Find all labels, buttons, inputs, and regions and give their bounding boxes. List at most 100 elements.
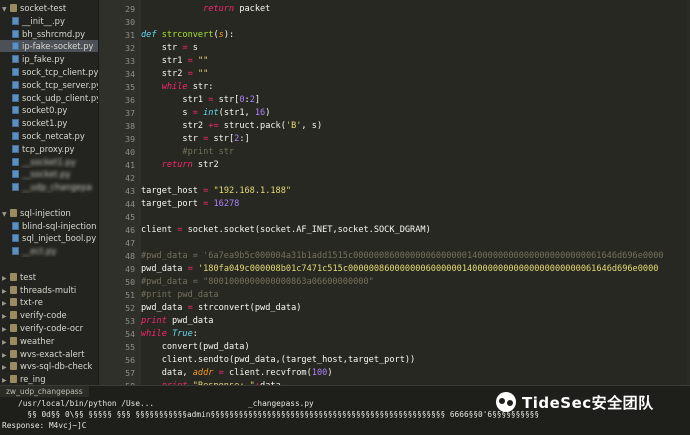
code-token: strconvert — [161, 30, 214, 40]
tree-item-label: sock_tcp_server.py — [22, 79, 98, 90]
chevron-right-icon[interactable]: ▶ — [2, 273, 8, 283]
code-token: while — [161, 82, 188, 92]
code-line[interactable]: pwd_data = strconvert(pwd_data) — [141, 302, 301, 315]
line-number: 34 — [125, 69, 135, 79]
folder-icon — [10, 362, 17, 371]
tree-folder[interactable]: ▶ verify-code-ocr — [0, 322, 98, 334]
tree-file[interactable]: socket1.py — [0, 117, 98, 129]
code-line[interactable]: pwd_data = '180fa049c000008b01c7471c515c… — [141, 263, 658, 276]
code-line[interactable]: str2 = "" — [141, 68, 209, 81]
tree-file[interactable]: ip-fake-socket.py — [0, 40, 98, 53]
tree-folder[interactable]: ▶ re_ing — [0, 373, 98, 385]
code-line[interactable]: while True: — [141, 328, 198, 341]
code-line[interactable]: return packet — [141, 3, 270, 16]
code-line[interactable]: #print pwd_data — [141, 289, 219, 302]
code-line[interactable]: convert(pwd_data) — [141, 341, 250, 354]
code-line[interactable]: print pwd_data — [141, 315, 213, 328]
code-line[interactable]: str1 = str[0:2] — [141, 94, 260, 107]
code-line[interactable]: while str: — [141, 81, 214, 94]
folder-icon — [10, 336, 17, 345]
tree-folder[interactable]: ▶ threads-multi — [0, 284, 98, 296]
code-editor[interactable]: return packet def strconvert(s): str = s … — [141, 0, 690, 385]
chevron-right-icon[interactable]: ▶ — [2, 286, 8, 296]
code-line[interactable]: s = int(str1, 16) — [141, 107, 270, 120]
tree-file[interactable]: __udp_changepa — [0, 181, 98, 193]
line-number: 35 — [125, 82, 135, 92]
chevron-right-icon[interactable]: ▶ — [2, 350, 8, 360]
code-token: '180fa049c000008b01c7471c515c00000086000… — [197, 264, 659, 274]
tree-file[interactable]: sock_netcat.py — [0, 130, 98, 142]
python-file-icon — [12, 29, 19, 38]
code-token: convert(pwd_data) — [141, 342, 250, 352]
tree-file[interactable]: sock_tcp_server.py — [0, 79, 98, 91]
tree-item-label: socket-test — [20, 3, 67, 13]
code-line[interactable]: client = socket.socket(socket.AF_INET,so… — [141, 224, 431, 237]
chevron-right-icon[interactable]: ▶ — [2, 337, 8, 347]
tree-file[interactable]: __socket1.py — [0, 156, 98, 168]
tree-folder[interactable]: ▼ sql-injection — [0, 207, 98, 219]
tree-file[interactable]: sql_inject_bool.py — [0, 232, 98, 244]
code-token: ) — [327, 368, 333, 378]
code-token: str: — [187, 82, 214, 92]
line-number: 51 — [125, 290, 135, 300]
chevron-right-icon[interactable]: ▶ — [2, 311, 8, 321]
tree-file[interactable]: socket0.py — [0, 104, 98, 116]
code-line[interactable]: def strconvert(s): — [141, 29, 234, 42]
tree-file[interactable]: sock_tcp_client.py — [0, 66, 98, 78]
tree-file[interactable]: bh_sshrcmd.py — [0, 28, 98, 40]
python-file-icon — [12, 132, 19, 140]
console-tab[interactable]: zw_udp_changepass — [0, 386, 89, 397]
line-number: 29 — [125, 4, 135, 14]
tree-file[interactable]: ip_fake.py — [0, 53, 98, 65]
tree-folder[interactable]: ▶ test — [0, 271, 98, 283]
tree-item-label: sql_inject_bool.py — [22, 233, 97, 244]
code-line[interactable]: #print str — [141, 146, 234, 159]
chevron-right-icon[interactable]: ▶ — [2, 375, 8, 385]
chevron-right-icon[interactable]: ▶ — [2, 362, 8, 372]
code-line[interactable]: str = str[2:] — [141, 133, 249, 146]
tree-folder[interactable]: ▶ wvs-exact-alert — [0, 348, 98, 360]
tree-file[interactable]: __socket.py — [0, 168, 98, 180]
code-line[interactable]: str = s — [141, 42, 198, 55]
code-token: print — [141, 316, 167, 326]
watermark-text: TideSec安全团队 — [522, 393, 654, 412]
code-line[interactable]: str2 += struct.pack('B', s) — [141, 120, 322, 133]
chevron-right-icon[interactable]: ▶ — [2, 298, 8, 308]
chevron-down-icon[interactable]: ▼ — [2, 209, 8, 219]
code-token: ) — [265, 108, 271, 118]
tree-file[interactable]: __init__.py — [0, 15, 98, 27]
line-number: 42 — [125, 173, 135, 183]
code-token: "192.168.1.188" — [213, 186, 292, 196]
tree-folder[interactable]: ▶ verify-code — [0, 309, 98, 321]
code-line[interactable]: #pwd_data = "8001000000000000863a0660000… — [141, 276, 374, 289]
tree-folder[interactable]: ▶ wvs-sql-db-check — [0, 360, 98, 372]
tree-file[interactable]: tcp_proxy.py — [0, 143, 98, 155]
code-line[interactable]: str1 = "" — [141, 55, 209, 68]
tree-item-label: __init__.py — [22, 15, 65, 26]
line-number: 40 — [125, 147, 135, 157]
tree-item-label: tcp_proxy.py — [22, 143, 75, 154]
tree-folder[interactable]: ▶ weather — [0, 335, 98, 347]
code-line[interactable]: client.sendto(pwd_data,(target_host,targ… — [141, 354, 416, 367]
tree-folder[interactable]: ▶ txt-re — [0, 296, 98, 308]
code-token: packet — [234, 4, 271, 14]
code-line[interactable]: target_host = "192.168.1.188" — [141, 185, 291, 198]
code-line[interactable]: return str2 — [141, 159, 219, 172]
console-line: Response: M4vcj~]C — [2, 421, 87, 430]
code-line[interactable]: #pwd_data = '6a7ea9b5c000004a31b1add1515… — [141, 250, 664, 263]
code-token: while — [141, 329, 167, 339]
code-line[interactable]: data, addr = client.recvfrom(100) — [141, 367, 333, 380]
tree-folder[interactable]: ▼ socket-test — [0, 2, 98, 14]
chevron-right-icon[interactable]: ▶ — [2, 324, 8, 334]
python-file-icon — [12, 234, 19, 243]
line-number: 44 — [125, 199, 135, 209]
chevron-down-icon[interactable]: ▼ — [2, 4, 8, 14]
code-line[interactable]: target_port = 16278 — [141, 198, 239, 211]
tree-file[interactable]: blind-sql-injection — [0, 220, 98, 232]
tree-file[interactable]: sock_udp_client.py — [0, 92, 98, 104]
tree-item-label: threads-multi — [20, 284, 77, 295]
tree-item-label: blind-sql-injection — [22, 220, 97, 231]
tree-file[interactable]: __ect.py — [0, 245, 98, 257]
code-token: return — [161, 160, 193, 170]
python-file-icon — [12, 80, 19, 89]
